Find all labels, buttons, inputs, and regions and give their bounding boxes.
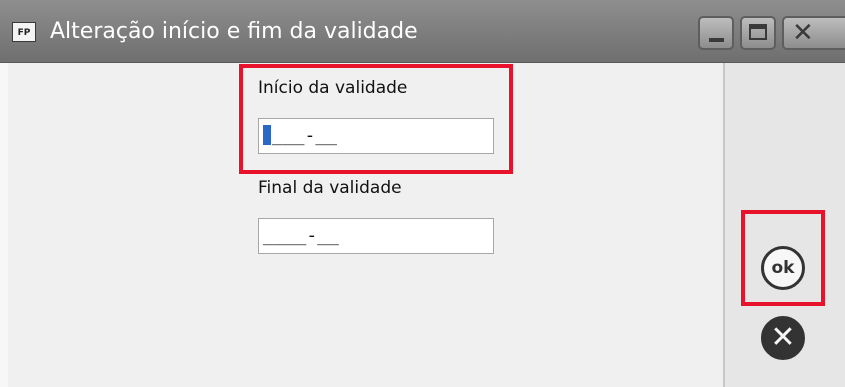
maximize-icon: [749, 24, 767, 40]
close-button[interactable]: ✕: [782, 16, 845, 50]
left-border: [0, 63, 8, 387]
close-icon: ✕: [792, 18, 814, 48]
title-bar[interactable]: FP Alteração início e fim da validade ✕: [0, 0, 845, 63]
ok-highlight-box: [741, 210, 825, 306]
cancel-button[interactable]: ✕: [761, 316, 805, 360]
final-validade-input[interactable]: ____-__: [258, 218, 494, 254]
final-validade-label: Final da validade: [258, 178, 402, 198]
final-validade-value: ____-__: [263, 225, 339, 246]
minimize-button[interactable]: [698, 16, 734, 50]
inicio-highlight-box: [239, 64, 513, 174]
app-icon: FP: [12, 22, 36, 42]
maximize-button[interactable]: [740, 16, 776, 50]
cancel-x-icon: ✕: [770, 320, 796, 355]
dialog-window: FP Alteração início e fim da validade ✕ …: [0, 0, 845, 387]
window-title: Alteração início e fim da validade: [50, 19, 418, 44]
minimize-icon: [709, 38, 724, 42]
